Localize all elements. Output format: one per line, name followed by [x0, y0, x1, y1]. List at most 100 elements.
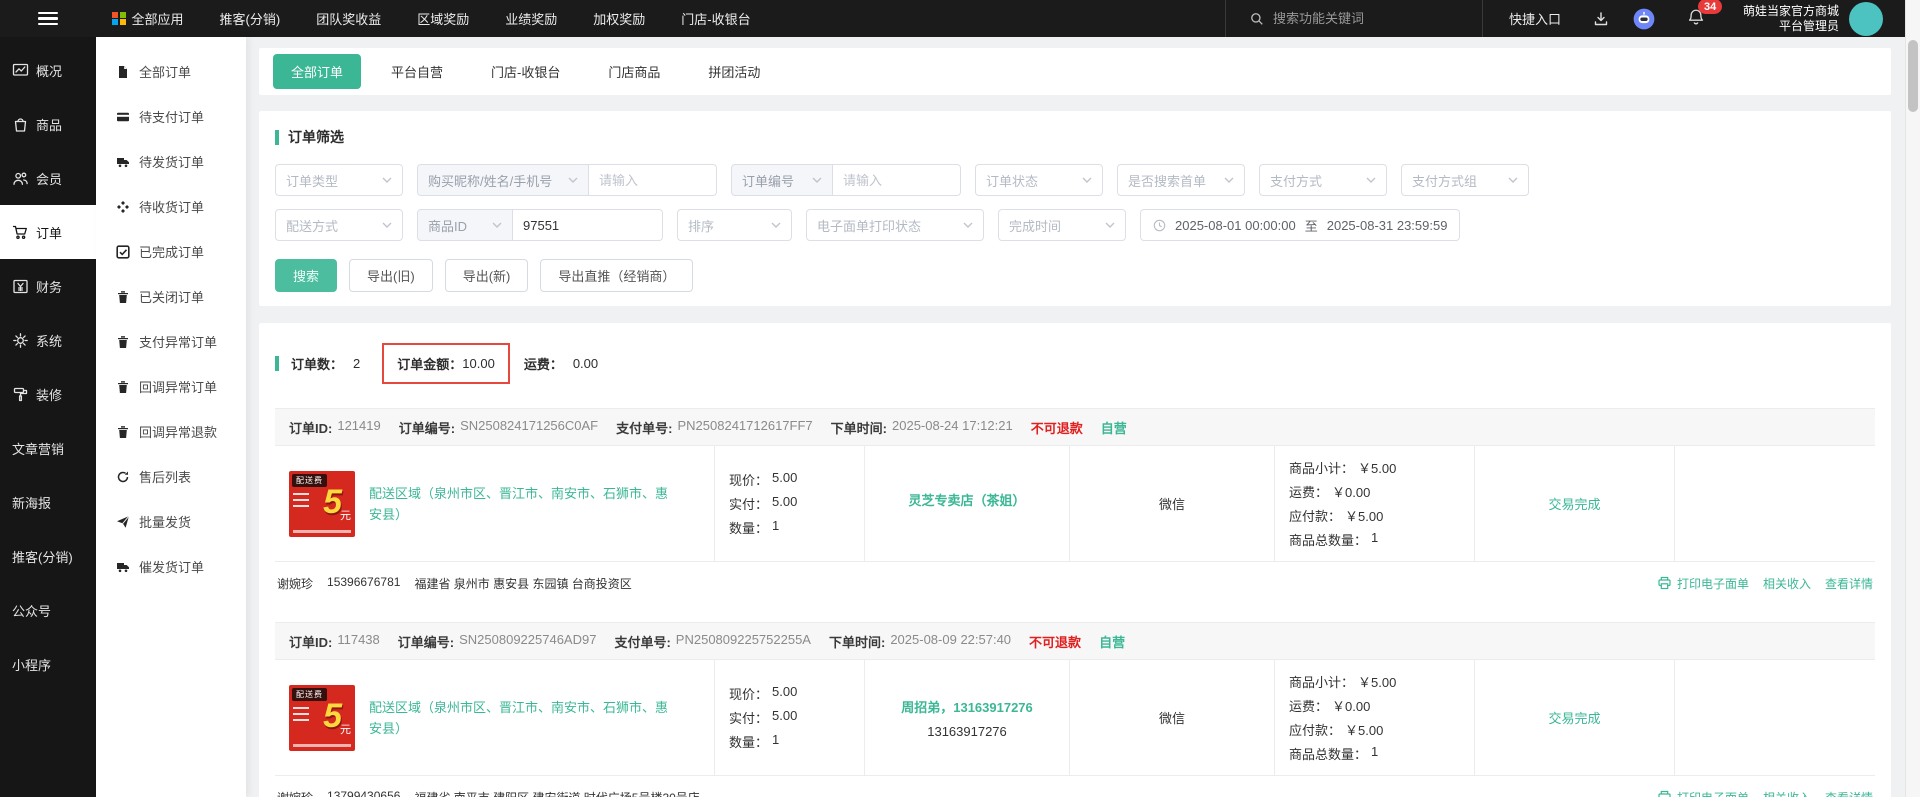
- select-buyer-field[interactable]: 购买昵称/姓名/手机号: [417, 164, 589, 196]
- non-refundable-tag[interactable]: 不可退款: [1029, 632, 1081, 651]
- date-range-picker[interactable]: 2025-08-01 00:00:00 至 2025-08-31 23:59:5…: [1140, 209, 1461, 241]
- chevron-down-icon: [382, 222, 392, 229]
- quick-entry-link[interactable]: 快捷入口: [1509, 9, 1561, 28]
- select-delivery-method[interactable]: 配送方式: [275, 209, 403, 241]
- product-image[interactable]: 配送费 5 元: [289, 470, 355, 537]
- related-income-link[interactable]: 相关收入: [1763, 789, 1811, 797]
- tab-store-cashier[interactable]: 门店-收银台: [473, 54, 578, 89]
- tab-group-activity[interactable]: 拼团活动: [690, 54, 778, 89]
- related-income-link[interactable]: 相关收入: [1763, 575, 1811, 592]
- image-decor: [293, 743, 351, 747]
- sidebar-item-article-marketing[interactable]: 文章营销: [0, 421, 96, 475]
- order-menu-closed[interactable]: 已关闭订单: [96, 274, 246, 319]
- print-waybill-link[interactable]: 打印电子面单: [1657, 789, 1749, 797]
- topnav-region-reward[interactable]: 区域奖励: [417, 9, 469, 28]
- sidebar-item-promoter[interactable]: 推客(分销): [0, 529, 96, 583]
- non-refundable-tag[interactable]: 不可退款: [1031, 418, 1083, 437]
- global-search[interactable]: [1224, 0, 1483, 37]
- tab-platform-self[interactable]: 平台自营: [373, 54, 461, 89]
- order-menu-batch-ship[interactable]: 批量发货: [96, 499, 246, 544]
- self-operated-tag[interactable]: 自营: [1099, 632, 1125, 651]
- order-actions: 打印电子面单 相关收入 查看详情: [1657, 575, 1873, 592]
- topnav-promoter[interactable]: 推客(分销): [220, 9, 281, 28]
- sidebar-item-decorate[interactable]: 装修: [0, 367, 96, 421]
- chevron-down-icon: [963, 222, 973, 229]
- view-detail-link[interactable]: 查看详情: [1825, 575, 1873, 592]
- topnav-performance-reward[interactable]: 业绩奖励: [505, 9, 557, 28]
- notifications[interactable]: 34: [1687, 0, 1723, 29]
- print-waybill-link[interactable]: 打印电子面单: [1657, 575, 1749, 592]
- select-order-status[interactable]: 订单状态: [975, 164, 1103, 196]
- select-first-order[interactable]: 是否搜索首单: [1117, 164, 1245, 196]
- status-cell: 交易完成: [1475, 660, 1675, 775]
- store-link[interactable]: 灵芝专卖店（茶姐）: [908, 490, 1025, 509]
- sidebar-item-new-poster[interactable]: 新海报: [0, 475, 96, 529]
- chevron-down-icon: [1508, 177, 1518, 184]
- order-menu-callback-refund[interactable]: 回调异常退款: [96, 409, 246, 454]
- amount-label: 订单金额：: [397, 357, 463, 372]
- page-scrollbar[interactable]: [1905, 0, 1920, 797]
- order-menu-pending-pay[interactable]: 待支付订单: [96, 94, 246, 139]
- download-icon[interactable]: [1593, 11, 1609, 27]
- topnav-store-cashier[interactable]: 门店-收银台: [681, 9, 750, 28]
- user-info[interactable]: 萌娃当家官方商城 平台管理员: [1743, 4, 1839, 34]
- select-pay-method-group[interactable]: 支付方式组: [1401, 164, 1529, 196]
- search-input[interactable]: [1272, 11, 1458, 26]
- self-operated-tag[interactable]: 自营: [1101, 418, 1127, 437]
- export-old-button[interactable]: 导出(旧): [349, 259, 433, 292]
- topnav-weighted-reward[interactable]: 加权奖励: [593, 9, 645, 28]
- date-end: 2025-08-31 23:59:59: [1326, 217, 1448, 233]
- buyer-link[interactable]: 周招弟，13163917276: [901, 697, 1033, 716]
- sidebar-item-system[interactable]: 系统: [0, 313, 96, 367]
- select-pay-method[interactable]: 支付方式: [1259, 164, 1387, 196]
- select-goods-id-field[interactable]: 商品ID: [417, 209, 513, 241]
- sidebar-item-overview[interactable]: 概况: [0, 43, 96, 97]
- sidebar-item-mini-program[interactable]: 小程序: [0, 637, 96, 691]
- sidebar-item-goods[interactable]: 商品: [0, 97, 96, 151]
- topnav-team-reward[interactable]: 团队奖收益: [316, 9, 381, 28]
- filter-row-2: 配送方式 商品ID 排序 电子面: [275, 209, 1875, 241]
- order-menu-urge-ship[interactable]: 催发货订单: [96, 544, 246, 589]
- export-direct-button[interactable]: 导出直推（经销商）: [540, 259, 694, 292]
- order-tabs: 全部订单 平台自营 门店-收银台 门店商品 拼团活动: [259, 48, 1891, 95]
- select-finish-time[interactable]: 完成时间: [998, 209, 1126, 241]
- order-menu-pay-abnormal[interactable]: 支付异常订单: [96, 319, 246, 364]
- robot-icon[interactable]: [1633, 8, 1655, 30]
- product-name-link[interactable]: 配送区域（泉州市区、晋江市、南安市、石狮市、惠安县）: [369, 483, 679, 525]
- sidebar-item-members[interactable]: 会员: [0, 151, 96, 205]
- sidebar-item-official-account[interactable]: 公众号: [0, 583, 96, 637]
- order-menu-completed[interactable]: 已完成订单: [96, 229, 246, 274]
- product-name-link[interactable]: 配送区域（泉州市区、晋江市、南安市、石狮市、惠安县）: [369, 697, 679, 739]
- search-button[interactable]: 搜索: [275, 259, 338, 292]
- hamburger-icon[interactable]: [0, 11, 96, 26]
- buyer-input[interactable]: [589, 164, 717, 196]
- sidebar-item-orders[interactable]: 订单: [0, 205, 96, 259]
- package-icon: [117, 200, 129, 213]
- export-new-button[interactable]: 导出(新): [444, 259, 529, 292]
- goods-id-input[interactable]: [513, 209, 663, 241]
- order-menu-all[interactable]: 全部订单: [96, 49, 246, 94]
- order-menu-callback-abnormal[interactable]: 回调异常订单: [96, 364, 246, 409]
- order-id: 117438: [337, 631, 380, 647]
- select-order-no-field[interactable]: 订单编号: [731, 164, 833, 196]
- product-cell: 配送费 5 元 配送区域（泉州市区、晋江市、南安市、石狮市、惠安县）: [275, 660, 715, 775]
- scrollbar-thumb[interactable]: [1908, 40, 1918, 112]
- sidebar-item-finance[interactable]: 财务: [0, 259, 96, 313]
- card-icon: [117, 112, 129, 121]
- actions-cell: [1675, 446, 1875, 561]
- price-value: 5.00: [772, 470, 798, 485]
- product-image[interactable]: 配送费 5 元: [289, 684, 355, 751]
- topnav-all-apps[interactable]: 全部应用: [112, 9, 184, 28]
- select-order-type[interactable]: 订单类型: [275, 164, 403, 196]
- order-no-input[interactable]: [833, 164, 961, 196]
- avatar[interactable]: [1849, 1, 1883, 36]
- view-detail-link[interactable]: 查看详情: [1825, 789, 1873, 797]
- pay-sn: PN250809225752255A: [675, 631, 811, 647]
- order-menu-pending-ship[interactable]: 待发货订单: [96, 139, 246, 184]
- order-menu-aftersale[interactable]: 售后列表: [96, 454, 246, 499]
- order-menu-pending-receive[interactable]: 待收货订单: [96, 184, 246, 229]
- select-sort[interactable]: 排序: [677, 209, 792, 241]
- select-eprint-status[interactable]: 电子面单打印状态: [806, 209, 984, 241]
- tab-store-goods[interactable]: 门店商品: [590, 54, 678, 89]
- tab-all-orders[interactable]: 全部订单: [273, 54, 362, 89]
